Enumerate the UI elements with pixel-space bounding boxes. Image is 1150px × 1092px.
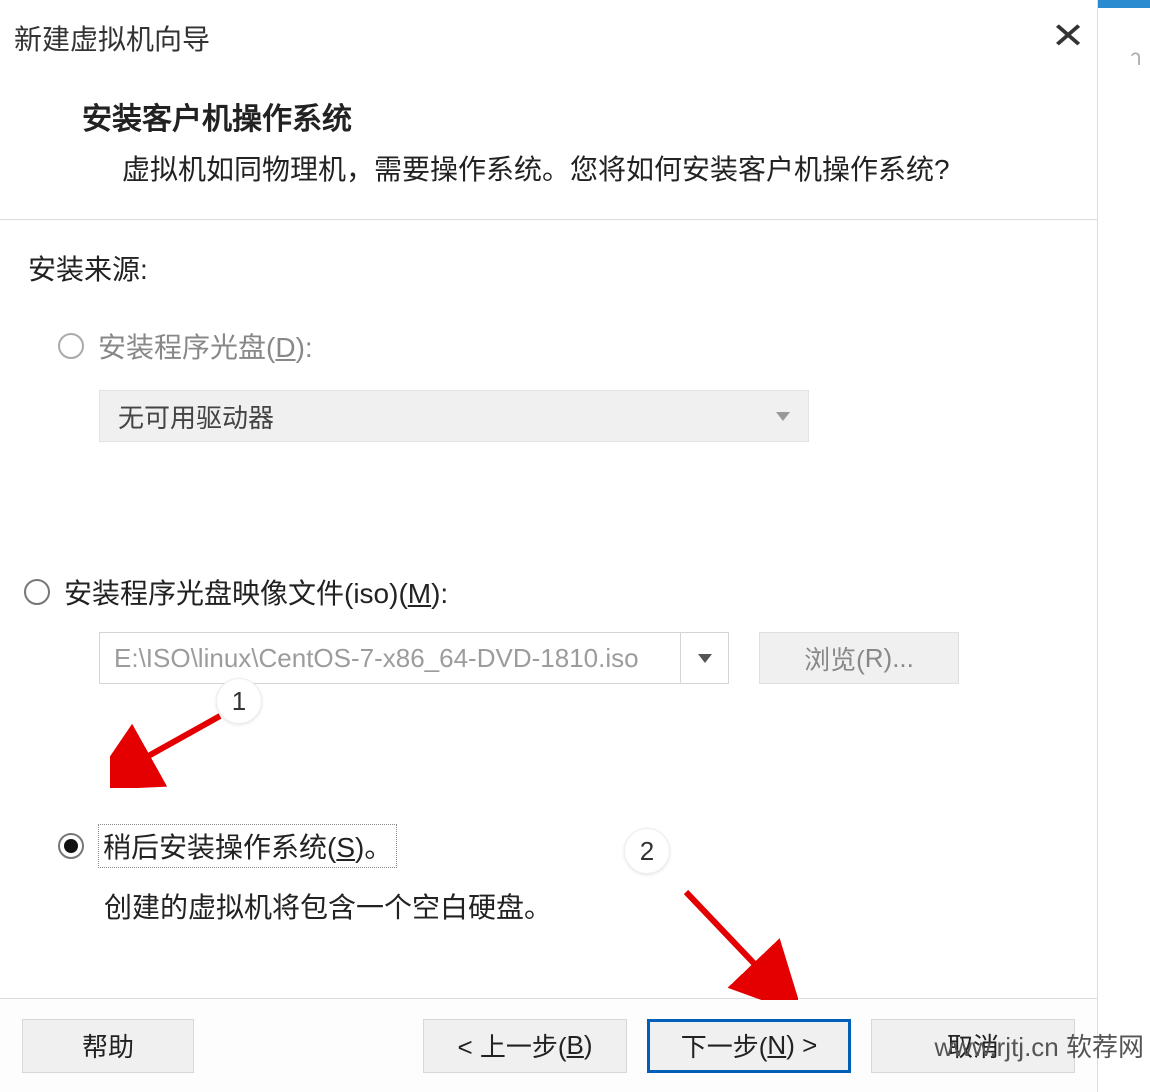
hotkey: N (767, 1030, 786, 1061)
label-pre: 下一步( (681, 1027, 768, 1064)
help-button[interactable]: 帮助 (22, 1019, 194, 1073)
install-source-label: 安装来源: (28, 248, 1073, 288)
radio-icon-selected (58, 833, 84, 859)
radio-icon (24, 579, 50, 605)
browse-button: 浏览(R)... (759, 632, 959, 684)
radio-install-later[interactable]: 稍后安装操作系统(S)。 (58, 824, 1073, 868)
top-accent (1098, 0, 1150, 8)
label-pre: 稍后安装操作系统( (103, 832, 336, 863)
disc-dropdown-text: 无可用驱动器 (118, 398, 274, 435)
label-pre: < 上一步( (457, 1027, 566, 1064)
wizard-subtitle: 虚拟机如同物理机，需要操作系统。您将如何安装客户机操作系统? (82, 150, 1097, 189)
iso-controls: 浏览(R)... (99, 632, 1073, 684)
radio-label-later: 稍后安装操作系统(S)。 (98, 824, 397, 868)
hotkey: B (567, 1030, 584, 1061)
radio-icon (58, 333, 84, 359)
label-pre: 浏览( (804, 640, 865, 677)
chevron-down-icon (776, 412, 790, 421)
label-post: ) > (786, 1030, 817, 1061)
hotkey: M (408, 578, 431, 609)
wizard-header: 安装客户机操作系统 虚拟机如同物理机，需要操作系统。您将如何安装客户机操作系统? (0, 94, 1097, 189)
label-post: )。 (355, 832, 392, 863)
label-pre: 安装程序光盘( (98, 332, 275, 363)
radio-label-disc: 安装程序光盘(D): (98, 326, 313, 366)
label-post: ): (296, 332, 313, 363)
label-pre: 安装程序光盘映像文件(iso)( (64, 578, 408, 609)
divider (0, 219, 1097, 220)
chevron-down-icon (698, 654, 712, 663)
edge-text: า (1130, 40, 1142, 75)
wizard-title: 安装客户机操作系统 (82, 94, 1097, 138)
titlebar: 新建虚拟机向导 ✕ (0, 0, 1097, 94)
watermark: www.rjtj.cn 软荐网 (935, 1027, 1144, 1064)
help-label: 帮助 (82, 1027, 134, 1064)
close-icon[interactable]: ✕ (1051, 18, 1086, 54)
next-button[interactable]: 下一步(N) > (647, 1019, 851, 1073)
radio-iso-file[interactable]: 安装程序光盘映像文件(iso)(M): (24, 572, 1073, 612)
hotkey: R (865, 643, 884, 674)
label-post: ) (584, 1030, 593, 1061)
button-bar: 帮助 < 上一步(B) 下一步(N) > 取消 (0, 998, 1097, 1092)
disc-dropdown: 无可用驱动器 (99, 390, 809, 442)
label-post: )... (884, 643, 914, 674)
install-later-description: 创建的虚拟机将包含一个空白硬盘。 (104, 886, 1073, 926)
iso-path-input[interactable] (100, 643, 680, 674)
label-post: ): (431, 578, 448, 609)
back-button[interactable]: < 上一步(B) (423, 1019, 627, 1073)
iso-dropdown-button[interactable] (680, 633, 728, 683)
window-title: 新建虚拟机向导 (14, 18, 210, 58)
iso-path-combo (99, 632, 729, 684)
hotkey: D (275, 332, 295, 363)
wizard-window: 新建虚拟机向导 ✕ 安装客户机操作系统 虚拟机如同物理机，需要操作系统。您将如何… (0, 0, 1098, 1092)
right-strip: า (1098, 0, 1150, 1092)
hotkey: S (336, 832, 355, 863)
radio-installer-disc: 安装程序光盘(D): (58, 326, 1073, 366)
content: 安装来源: 安装程序光盘(D): 无可用驱动器 安装程序光盘映像文件(iso)(… (0, 244, 1097, 926)
radio-label-iso: 安装程序光盘映像文件(iso)(M): (64, 572, 448, 612)
